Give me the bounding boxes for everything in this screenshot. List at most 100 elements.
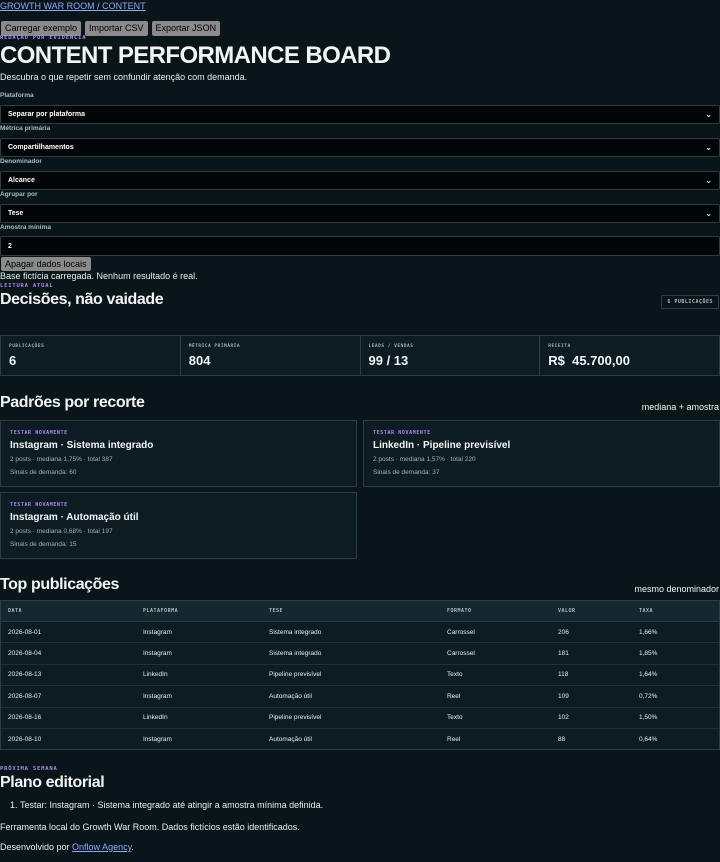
clear-local-data-button[interactable]: Apagar dados locais — [1, 257, 91, 271]
column-header: Data — [8, 608, 23, 614]
chevron-down-icon: ⌄ — [705, 110, 712, 119]
min-sample-value: 2 — [8, 242, 12, 250]
cell-platform: Instagram — [143, 650, 172, 658]
cell-format: Reel — [447, 736, 461, 744]
column-header: Formato — [447, 608, 472, 614]
top-note: mesmo denominador — [634, 584, 719, 594]
footer-credit: Desenvolvido por Onflow Agency. — [0, 842, 134, 852]
denominator-select-value: Alcance — [8, 177, 35, 184]
cell-thesis: Automação útil — [269, 692, 312, 700]
cell-value: 109 — [558, 692, 569, 700]
cell-format: Carrossel — [447, 628, 475, 636]
group-by-label: Agrupar por — [0, 191, 38, 198]
stat-leads-sales: Leads / vendas 99 / 13 — [361, 336, 541, 375]
cell-rate: 0,64% — [639, 736, 658, 744]
chevron-down-icon: ⌄ — [705, 176, 712, 185]
import-csv-button[interactable]: Importar CSV — [85, 21, 148, 36]
column-header: Valor — [558, 608, 576, 614]
cell-format: Carrossel — [447, 650, 475, 658]
cell-platform: Instagram — [143, 628, 172, 636]
reading-eyebrow: Leitura atual — [0, 283, 54, 289]
cell-value: 118 — [558, 671, 569, 679]
cell-date: 2026-08-04 — [8, 650, 42, 658]
group-by-select-value: Tese — [8, 210, 24, 217]
card-eyebrow: Testar novamente — [373, 430, 431, 436]
footer-note: Ferramenta local do Growth War Room. Dad… — [0, 822, 300, 832]
cell-rate: 0,72% — [639, 692, 658, 700]
stat-label: Receita — [548, 344, 571, 349]
cell-date: 2026-08-07 — [8, 692, 42, 700]
card-title: Instagram · Automação útil — [10, 512, 139, 523]
plan-list: Testar: Instagram · Sistema integrado at… — [20, 800, 323, 810]
card-title: Instagram · Sistema integrado — [10, 440, 154, 451]
cell-rate: 1,85% — [639, 650, 658, 658]
stat-publications: Publicações 6 — [1, 336, 181, 375]
cell-value: 88 — [558, 736, 566, 744]
card-eyebrow: Testar novamente — [10, 502, 68, 508]
cell-rate: 1,50% — [639, 714, 658, 722]
card-eyebrow: Testar novamente — [10, 430, 68, 436]
column-header: Plataforma — [143, 608, 179, 614]
denominator-select[interactable]: Alcance ⌄ — [0, 171, 720, 190]
card-title: LinkedIn · Pipeline previsível — [373, 440, 511, 451]
toolbar: Carregar exemplo Importar CSV Exportar J… — [1, 21, 221, 36]
status-message: Base fictícia carregada. Nenhum resultad… — [0, 271, 198, 281]
patterns-note: mediana + amostra — [641, 402, 719, 412]
stat-label: Métrica primária — [188, 344, 241, 349]
header-eyebrow: Redação por evidência — [0, 35, 87, 41]
table-header: Data Plataforma Tese Formato Valor Taxa — [1, 601, 719, 622]
credit-suffix: . — [131, 842, 134, 852]
stat-label: Publicações — [9, 344, 45, 349]
platform-select[interactable]: Separar por plataforma ⌄ — [0, 105, 720, 124]
list-item: Testar: Instagram · Sistema integrado at… — [20, 800, 323, 810]
cell-date: 2026-08-16 — [8, 714, 42, 722]
card-demand: Sinais de demanda: 37 — [373, 469, 440, 476]
cell-thesis: Automação útil — [269, 736, 312, 744]
denominator-label: Denominador — [0, 158, 42, 165]
breadcrumb-link[interactable]: GROWTH WAR ROOM / CONTENT — [0, 1, 146, 11]
stat-revenue: Receita R$ 45.700,00 — [540, 336, 719, 375]
cell-value: 181 — [558, 650, 569, 658]
cell-thesis: Pipeline previsível — [269, 714, 322, 722]
primary-metric-select[interactable]: Compartilhamentos ⌄ — [0, 138, 720, 157]
plan-title: Plano editorial — [0, 774, 105, 791]
reading-title: Decisões, não vaidade — [0, 291, 164, 308]
min-sample-input[interactable]: 2 — [0, 236, 720, 256]
column-header: Taxa — [639, 608, 654, 614]
stat-value: R$ 45.700,00 — [548, 353, 630, 368]
table-row: 2026-08-16 LinkedIn Pipeline previsível … — [1, 708, 719, 729]
card-meta: 2 posts · mediana 1,75% · total 387 — [10, 456, 113, 463]
chevron-down-icon: ⌄ — [705, 209, 712, 218]
cell-format: Texto — [447, 671, 463, 679]
cell-thesis: Sistema integrado — [269, 628, 322, 636]
table-row: 2026-08-04 Instagram Sistema integrado C… — [1, 643, 719, 665]
stat-primary-metric: Métrica primária 804 — [181, 336, 361, 375]
export-json-button[interactable]: Exportar JSON — [151, 21, 221, 36]
credit-prefix: Desenvolvido por — [0, 842, 73, 852]
agency-link[interactable]: Onflow Agency — [72, 842, 131, 852]
stat-value: 99 / 13 — [368, 353, 409, 368]
cell-date: 2026-08-10 — [8, 736, 42, 744]
page-title: CONTENT PERFORMANCE BOARD — [0, 42, 391, 69]
cell-rate: 1,66% — [639, 628, 658, 636]
cell-format: Reel — [447, 692, 461, 700]
platform-select-value: Separar por plataforma — [8, 111, 86, 118]
publications-count-badge: 6 publicações — [661, 295, 719, 309]
cell-date: 2026-08-13 — [8, 671, 42, 679]
cell-value: 102 — [558, 714, 569, 722]
plan-eyebrow: Próxima semana — [0, 766, 58, 772]
card-demand: Sinais de demanda: 60 — [10, 469, 77, 476]
cell-platform: LinkedIn — [143, 714, 168, 722]
stats-panel: Publicações 6 Métrica primária 804 Leads… — [0, 335, 720, 376]
stat-label: Leads / vendas — [368, 344, 414, 349]
table-row: 2026-08-01 Instagram Sistema integrado C… — [1, 622, 719, 644]
load-example-button[interactable]: Carregar exemplo — [1, 21, 82, 36]
cell-format: Texto — [447, 714, 463, 722]
stat-value: 6 — [9, 353, 17, 368]
primary-metric-label: Métrica primária — [0, 125, 51, 132]
cell-value: 206 — [558, 628, 569, 636]
min-sample-label: Amostra mínima — [0, 224, 51, 231]
platform-label: Plataforma — [0, 92, 34, 99]
cell-platform: LinkedIn — [143, 671, 168, 679]
group-by-select[interactable]: Tese ⌄ — [0, 204, 720, 223]
